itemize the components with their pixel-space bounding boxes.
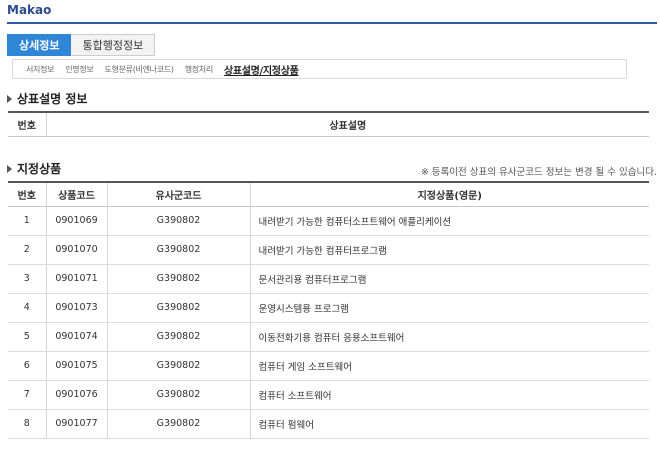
column-header-similar-code: 유사군코드 <box>106 181 250 207</box>
row-number: 8 <box>8 409 46 439</box>
tab-admin-info[interactable]: 통합행정정보 <box>71 34 156 56</box>
column-header-description: 상표설명 <box>45 111 649 137</box>
goods-code: 0901076 <box>45 380 107 410</box>
similar-code: G390802 <box>106 293 250 323</box>
row-number: 4 <box>8 293 46 323</box>
similar-code: G390802 <box>106 235 250 265</box>
goods-code: 0901075 <box>45 351 107 381</box>
tab-detail-info[interactable]: 상세정보 <box>7 34 72 56</box>
table-row: 4 0901073 G390802 운영시스템용 프로그램 <box>8 293 649 323</box>
similar-code: G390802 <box>106 206 250 236</box>
goods-name: 컴퓨터 소프트웨어 <box>249 380 649 410</box>
goods-section-title: 지정상품 <box>17 162 62 176</box>
goods-code: 0901077 <box>45 409 107 439</box>
similar-code: G390802 <box>106 322 250 352</box>
similar-code: G390802 <box>106 351 250 381</box>
table-row: 1 0901069 G390802 내려받기 가능한 컴퓨터소프트웨어 애플리케… <box>8 206 649 236</box>
goods-name: 문서관리용 컴퓨터프로그램 <box>249 264 649 294</box>
table-row: 7 0901076 G390802 컴퓨터 소프트웨어 <box>8 380 649 410</box>
table-row: 5 0901074 G390802 이동전화기용 컴퓨터 응용소프트웨어 <box>8 322 649 352</box>
goods-name: 운영시스템용 프로그램 <box>249 293 649 323</box>
row-number: 2 <box>8 235 46 265</box>
goods-section-heading: 지정상품 <box>7 160 61 177</box>
row-number: 6 <box>8 351 46 381</box>
app-title: Makao <box>7 3 52 17</box>
column-header-goods-code: 상품코드 <box>45 181 107 207</box>
goods-code: 0901073 <box>45 293 107 323</box>
column-header-number: 번호 <box>8 111 46 137</box>
row-number: 1 <box>8 206 46 236</box>
similar-code: G390802 <box>106 409 250 439</box>
subnav-vienna-code[interactable]: 도형분류(비엔나코드) <box>105 64 174 75</box>
column-header-number: 번호 <box>8 181 46 207</box>
row-number: 3 <box>8 264 46 294</box>
row-number: 5 <box>8 322 46 352</box>
column-header-goods-name: 지정상품(영문) <box>249 181 649 207</box>
goods-name: 이동전화기용 컴퓨터 응용소프트웨어 <box>249 322 649 352</box>
goods-note: ※ 등록이전 상표의 유사군코드 정보는 변경 될 수 있습니다. <box>420 167 657 178</box>
goods-code: 0901074 <box>45 322 107 352</box>
goods-code: 0901070 <box>45 235 107 265</box>
goods-code: 0901071 <box>45 264 107 294</box>
similar-code: G390802 <box>106 380 250 410</box>
similar-code: G390802 <box>106 264 250 294</box>
table-row: 8 0901077 G390802 컴퓨터 펌웨어 <box>8 409 649 439</box>
table-row: 6 0901075 G390802 컴퓨터 게임 소프트웨어 <box>8 351 649 381</box>
goods-table: 번호 상품코드 유사군코드 지정상품(영문) 1 0901069 G390802… <box>8 181 649 439</box>
goods-name: 컴퓨터 게임 소프트웨어 <box>249 351 649 381</box>
triangle-right-icon <box>7 164 12 173</box>
subnav-bibliographic[interactable]: 서지정보 <box>26 64 55 75</box>
table-row: 3 0901071 G390802 문서관리용 컴퓨터프로그램 <box>8 264 649 294</box>
tab-bar: 상세정보 통합행정정보 <box>7 34 156 56</box>
subnav-person[interactable]: 인명정보 <box>65 64 94 75</box>
triangle-right-icon <box>7 94 12 103</box>
description-section-heading: 상표설명 정보 <box>7 90 87 107</box>
sub-navigation: 서지정보 인명정보 도형분류(비엔나코드) 행정처리 상표설명/지정상품 <box>12 59 627 79</box>
row-number: 7 <box>8 380 46 410</box>
goods-name: 내려받기 가능한 컴퓨터소프트웨어 애플리케이션 <box>249 206 649 236</box>
description-section-title: 상표설명 정보 <box>17 92 88 106</box>
subnav-description-goods[interactable]: 상표설명/지정상품 <box>224 62 299 77</box>
goods-name: 컴퓨터 펌웨어 <box>249 409 649 439</box>
table-row: 2 0901070 G390802 내려받기 가능한 컴퓨터프로그램 <box>8 235 649 265</box>
subnav-admin-process[interactable]: 행정처리 <box>185 64 214 75</box>
goods-name: 내려받기 가능한 컴퓨터프로그램 <box>249 235 649 265</box>
goods-code: 0901069 <box>45 206 107 236</box>
description-table: 번호 상표설명 <box>8 111 649 137</box>
title-divider <box>7 22 657 24</box>
